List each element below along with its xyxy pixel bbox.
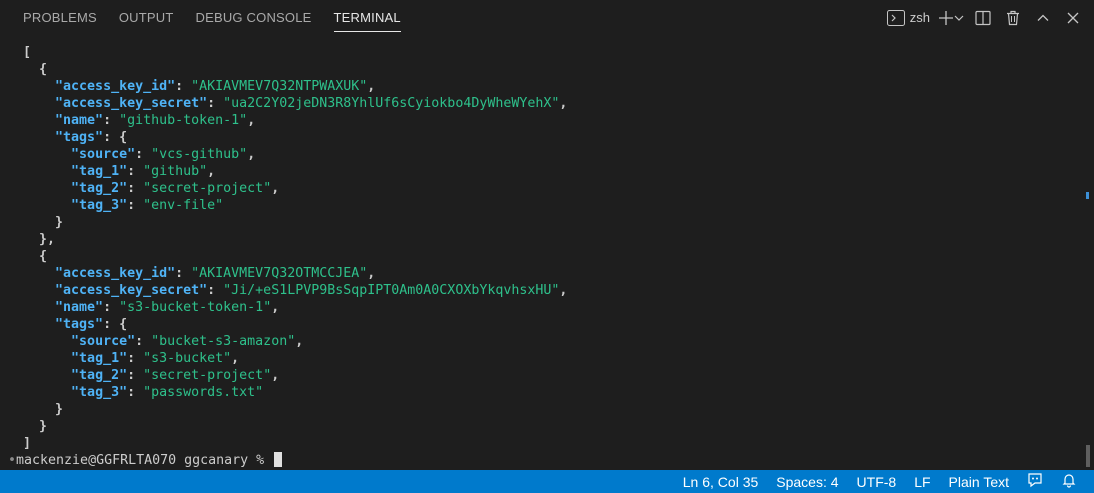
terminal-icon bbox=[886, 9, 905, 26]
chevron-up-icon bbox=[1035, 10, 1051, 26]
split-terminal-button[interactable] bbox=[972, 6, 994, 30]
terminal-line: "tag_2": "secret-project", bbox=[71, 368, 280, 383]
terminal-line: [ bbox=[23, 45, 32, 60]
terminal-line: "tag_3": "passwords.txt" bbox=[71, 385, 264, 400]
scrollbar-thumb[interactable] bbox=[1086, 445, 1090, 467]
shell-selector[interactable]: zsh bbox=[886, 6, 930, 30]
panel-tab-bar: PROBLEMS OUTPUT DEBUG CONSOLE TERMINAL z… bbox=[0, 0, 1094, 35]
terminal-line: }, bbox=[39, 232, 56, 247]
terminal-line: "name": "github-token-1", bbox=[55, 113, 256, 128]
terminal-line: "tags": { bbox=[55, 130, 128, 145]
terminal-line: } bbox=[55, 215, 64, 230]
terminal-line: "tag_1": "github", bbox=[71, 164, 216, 179]
feedback-icon bbox=[1027, 472, 1043, 491]
tab-problems[interactable]: PROBLEMS bbox=[12, 0, 108, 35]
maximize-panel-button[interactable] bbox=[1032, 6, 1054, 30]
terminal-line: "tag_1": "s3-bucket", bbox=[71, 351, 240, 366]
encoding-setting[interactable]: UTF-8 bbox=[848, 470, 906, 493]
language-mode[interactable]: Plain Text bbox=[940, 470, 1018, 493]
close-icon bbox=[1065, 10, 1081, 26]
terminal-line: "access_key_secret": "ua2C2Y02jeDN3R8Yhl… bbox=[55, 96, 568, 111]
panel-tabs: PROBLEMS OUTPUT DEBUG CONSOLE TERMINAL bbox=[0, 0, 412, 35]
tab-terminal[interactable]: TERMINAL bbox=[323, 0, 412, 35]
eol-setting[interactable]: LF bbox=[905, 470, 939, 493]
panel-actions: zsh bbox=[886, 0, 1094, 35]
terminal-line: "source": "vcs-github", bbox=[71, 147, 256, 162]
tab-output[interactable]: OUTPUT bbox=[108, 0, 185, 35]
split-icon bbox=[975, 10, 991, 26]
terminal-line: "tag_2": "secret-project", bbox=[71, 181, 280, 196]
terminal-line: } bbox=[39, 419, 48, 434]
terminal-cursor bbox=[274, 452, 283, 467]
terminal-panel: PROBLEMS OUTPUT DEBUG CONSOLE TERMINAL z… bbox=[0, 0, 1094, 493]
terminal-output[interactable]: [ { "access_key_id": "AKIAVMEV7Q32NTPWAX… bbox=[0, 35, 1094, 470]
trash-icon bbox=[1005, 10, 1021, 26]
indentation-setting[interactable]: Spaces: 4 bbox=[767, 470, 847, 493]
terminal-line: { bbox=[39, 62, 48, 77]
terminal-line: ] bbox=[23, 436, 32, 451]
terminal-line: "tags": { bbox=[55, 317, 128, 332]
tab-debug-console[interactable]: DEBUG CONSOLE bbox=[185, 0, 323, 35]
close-panel-button[interactable] bbox=[1062, 6, 1084, 30]
terminal-line: "access_key_secret": "Ji/+eS1LPVP9BsSqpI… bbox=[55, 283, 568, 298]
cursor-position[interactable]: Ln 6, Col 35 bbox=[674, 470, 768, 493]
shell-prompt: mackenzie@GGFRLTA070 ggcanary % bbox=[16, 453, 273, 468]
notifications-button[interactable] bbox=[1052, 470, 1086, 493]
terminal-line: "access_key_id": "AKIAVMEV7Q32NTPWAXUK", bbox=[55, 79, 376, 94]
new-terminal-button[interactable] bbox=[938, 6, 964, 30]
bell-icon bbox=[1061, 472, 1077, 491]
feedback-button[interactable] bbox=[1018, 470, 1052, 493]
terminal-line: { bbox=[39, 249, 48, 264]
kill-terminal-button[interactable] bbox=[1002, 6, 1024, 30]
terminal-line: "source": "bucket-s3-amazon", bbox=[71, 334, 304, 349]
terminal-line: "tag_3": "env-file" bbox=[71, 198, 224, 213]
terminal-line: } bbox=[55, 402, 64, 417]
scrollbar-marker bbox=[1086, 192, 1089, 199]
terminal-prompt-line[interactable]: •mackenzie@GGFRLTA070 ggcanary % bbox=[8, 452, 283, 469]
plus-icon bbox=[938, 10, 954, 26]
terminal-line: "access_key_id": "AKIAVMEV7Q32OTMCCJEA", bbox=[55, 266, 376, 281]
chevron-down-icon[interactable] bbox=[954, 10, 964, 26]
status-bar: Ln 6, Col 35 Spaces: 4 UTF-8 LF Plain Te… bbox=[0, 470, 1094, 493]
shell-label: zsh bbox=[909, 10, 930, 25]
terminal-line: "name": "s3-bucket-token-1", bbox=[55, 300, 280, 315]
